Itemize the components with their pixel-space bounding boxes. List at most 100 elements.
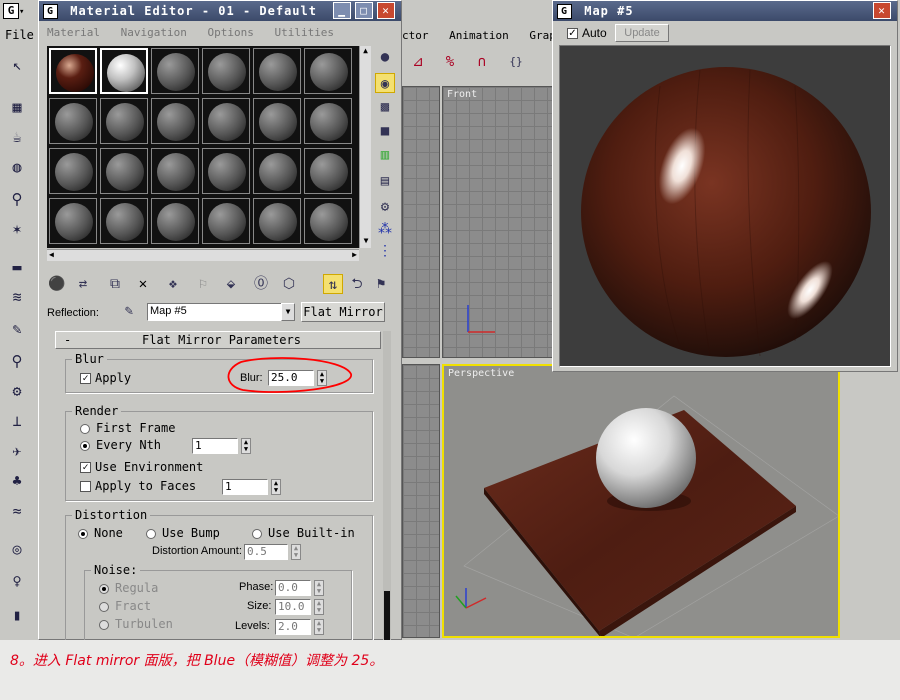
map-window-titlebar[interactable]: G Map #5 ✕ — [553, 1, 897, 21]
menu-item-navigation[interactable]: Navigation — [121, 26, 187, 39]
menu-item-options[interactable]: Options — [207, 26, 253, 39]
maximize-button[interactable]: □ — [355, 2, 373, 19]
make-preview-icon[interactable]: ▤ — [375, 171, 395, 191]
sample-slot[interactable] — [49, 148, 97, 194]
sample-slot[interactable] — [151, 48, 199, 94]
sample-type-icon[interactable]: ● — [375, 47, 395, 67]
snap-icon[interactable]: ⊿ — [408, 52, 428, 72]
sample-slot[interactable] — [304, 98, 352, 144]
blur-apply-checkbox[interactable]: ✓ Apply — [80, 371, 131, 385]
close-button[interactable]: ✕ — [377, 2, 395, 19]
levels-field[interactable]: 2.0 — [275, 619, 311, 635]
sample-slot[interactable] — [253, 48, 301, 94]
get-material-icon[interactable]: ⚫ — [47, 274, 67, 294]
sample-slot[interactable] — [202, 198, 250, 244]
make-unique-icon[interactable]: ❖ — [163, 274, 183, 294]
named-selection-icon[interactable]: {} — [506, 52, 526, 72]
select-arrow-icon[interactable]: ↖ — [6, 54, 28, 76]
viewport-front-label[interactable]: Front — [447, 89, 477, 100]
sample-slot[interactable] — [253, 98, 301, 144]
phase-field[interactable]: 0.0 — [275, 580, 311, 596]
slots-horizontal-scrollbar[interactable]: ◀ ▶ — [47, 249, 359, 261]
levels-spinner[interactable]: ▲ ▼ — [314, 619, 324, 635]
utility-icon[interactable]: ▮ — [6, 604, 28, 626]
sample-slot[interactable] — [100, 148, 148, 194]
go-to-parent-icon[interactable]: ⇅ — [323, 274, 343, 294]
sample-slot[interactable] — [151, 148, 199, 194]
sample-slot[interactable] — [100, 198, 148, 244]
map-window-close-button[interactable]: ✕ — [873, 2, 891, 19]
sample-slot[interactable] — [304, 48, 352, 94]
apply-to-faces-checkbox[interactable]: Apply to Faces — [80, 479, 196, 493]
uv-tiling-icon[interactable]: ■ — [375, 121, 395, 141]
brush-icon[interactable]: ✎ — [6, 318, 28, 340]
percent-snap-icon[interactable]: % — [440, 52, 460, 72]
map-name-field[interactable]: Map #5 — [147, 303, 283, 321]
pick-material-icon[interactable]: ⚑ — [371, 274, 391, 294]
app-icon[interactable]: G ▾ — [3, 3, 33, 21]
material-navigator-icon[interactable]: ⋮ — [375, 241, 395, 261]
magnet-icon[interactable]: ∩ — [472, 52, 492, 72]
options-icon[interactable]: ⚙ — [375, 197, 395, 217]
scroll-right-icon[interactable]: ▶ — [352, 250, 357, 259]
sample-slot[interactable] — [151, 98, 199, 144]
use-builtin-radio[interactable]: Use Built-in — [252, 526, 355, 540]
reset-map-icon[interactable]: ✕ — [133, 274, 153, 294]
menu-item-utilities[interactable]: Utilities — [274, 26, 334, 39]
menu-item-material[interactable]: Material — [47, 26, 100, 39]
coil-icon[interactable]: ≋ — [6, 286, 28, 308]
apply-to-faces-field[interactable]: 1 — [222, 479, 268, 495]
sample-slot-white[interactable] — [100, 48, 148, 94]
background-icon[interactable]: ▩ — [375, 97, 395, 117]
show-end-result-icon[interactable]: ⬡ — [279, 274, 299, 294]
sample-slot[interactable] — [202, 98, 250, 144]
sphere-icon[interactable]: ◍ — [6, 156, 28, 178]
size-spinner[interactable]: ▲ ▼ — [314, 599, 324, 615]
menu-item-customize[interactable]: ctor — [402, 29, 429, 42]
viewport-bottom-left[interactable] — [402, 364, 440, 638]
rollout-header[interactable]: - Flat Mirror Parameters — [55, 331, 381, 349]
gear-icon[interactable]: ⚙ — [6, 380, 28, 402]
sample-slot[interactable] — [253, 198, 301, 244]
slots-vertical-scrollbar[interactable]: ▲ ▼ — [359, 46, 371, 248]
rollout-toggle[interactable]: - — [64, 333, 71, 347]
camera-bar-icon[interactable]: ▬ — [6, 256, 28, 278]
rollout-scrollbar[interactable] — [383, 331, 391, 641]
sample-slot[interactable] — [151, 198, 199, 244]
scroll-up-icon[interactable]: ▲ — [360, 46, 371, 58]
sample-slot[interactable] — [100, 98, 148, 144]
noise-regular-radio[interactable]: Regula — [99, 581, 158, 595]
use-bump-radio[interactable]: Use Bump — [146, 526, 220, 540]
show-map-in-viewport-icon[interactable]: ⓪ — [251, 274, 271, 294]
assign-to-selection-icon[interactable]: ⧉ — [105, 274, 125, 294]
menu-file[interactable]: File — [5, 28, 34, 42]
map-type-button[interactable]: Flat Mirror — [301, 302, 385, 322]
size-field[interactable]: 10.0 — [275, 599, 311, 615]
phase-spinner[interactable]: ▲ ▼ — [314, 580, 324, 596]
sample-slot[interactable] — [253, 148, 301, 194]
map-name-dropdown[interactable]: ▼ — [281, 303, 295, 321]
lamp-icon[interactable]: ⚲ — [6, 188, 28, 210]
sample-slot[interactable] — [304, 148, 352, 194]
apply-to-faces-spinner[interactable]: ▲ ▼ — [271, 479, 281, 495]
scroll-down-icon[interactable]: ▼ — [360, 236, 372, 248]
torus-icon[interactable]: ◎ — [6, 538, 28, 560]
minimize-button[interactable]: ▁ — [333, 2, 351, 19]
star-icon[interactable]: ✶ — [6, 218, 28, 240]
hierarchy-icon[interactable]: ♣ — [6, 470, 28, 492]
update-button[interactable]: Update — [615, 24, 669, 42]
material-editor-titlebar[interactable]: G Material Editor - 01 - Default ▁ □ ✕ — [39, 1, 401, 21]
wave-icon[interactable]: ≈ — [6, 500, 28, 522]
biped-icon[interactable]: ♀ — [6, 570, 28, 592]
create-box-icon[interactable]: ▦ — [6, 96, 28, 118]
select-by-material-icon[interactable]: ⁂ — [375, 219, 395, 239]
rollout-scroll-thumb[interactable] — [384, 591, 390, 641]
eyedropper-icon[interactable]: ✎ — [119, 301, 139, 321]
auto-checkbox[interactable]: ✓ Auto — [567, 26, 607, 40]
scroll-left-icon[interactable]: ◀ — [49, 250, 54, 259]
first-frame-radio[interactable]: First Frame — [80, 421, 175, 435]
video-color-icon[interactable]: ▥ — [375, 145, 395, 165]
viewport-top-left[interactable] — [402, 86, 440, 358]
sample-slot[interactable] — [49, 98, 97, 144]
plane-icon[interactable]: ✈ — [6, 440, 28, 462]
